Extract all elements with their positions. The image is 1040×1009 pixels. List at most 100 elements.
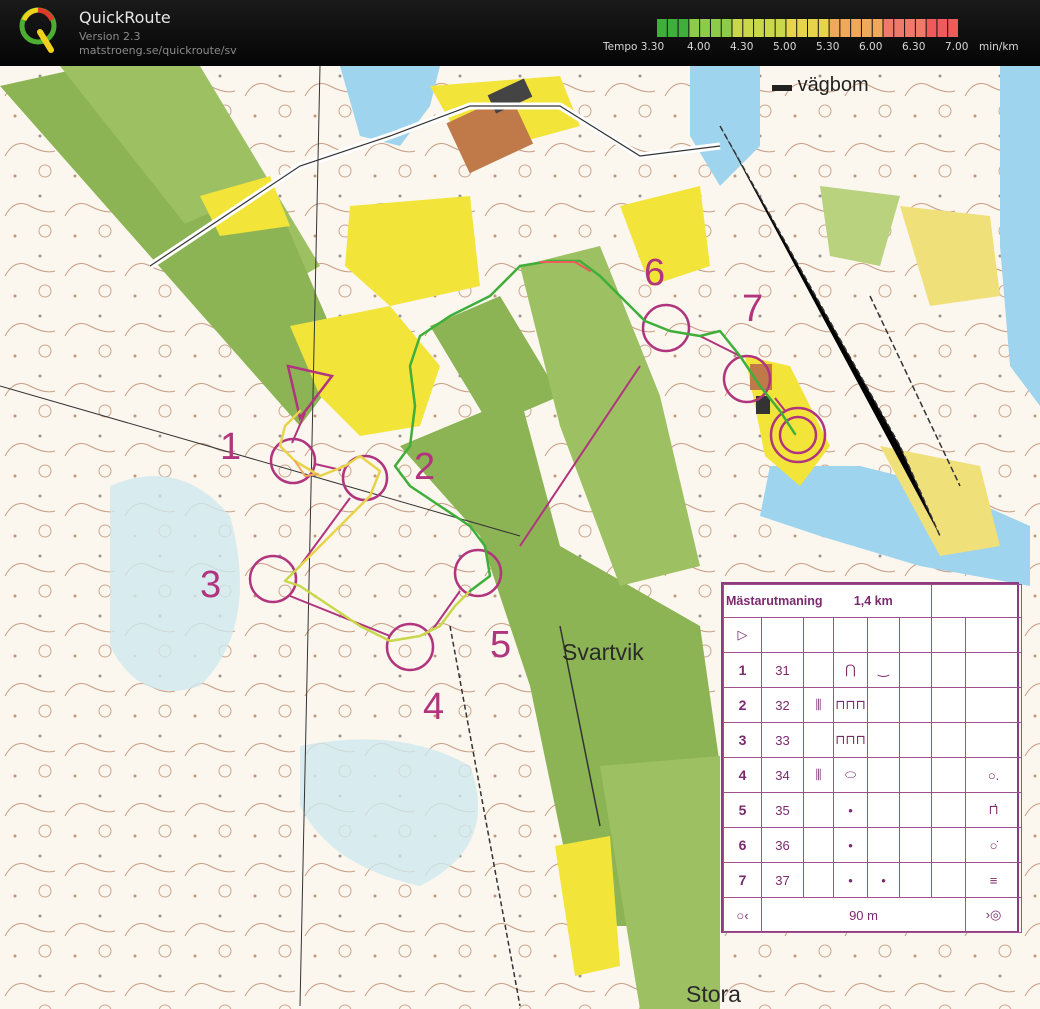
legend-swatch [678,19,689,37]
legend-label: min/km [979,41,1019,53]
legend-swatch [732,19,743,37]
location-symbol [965,687,1023,723]
description-row: 5 35 • ⊓̇ [723,792,1023,828]
sheet-title-cell: Mästarutmaning 1,4 km [722,584,933,618]
feature-symbol: ‿ [867,652,900,688]
location-symbol [965,722,1023,758]
feature-symbol: ⊓⊓⊓ [833,687,868,723]
legend-swatch [689,19,700,37]
legend-swatch [948,19,958,37]
legend-swatch [840,19,851,37]
feature-symbol: • [833,827,868,863]
description-row: 6 36 • ○̇ [723,827,1023,863]
legend-swatch [754,19,764,37]
control-seq: 4 [723,757,762,793]
control-code: 32 [761,687,804,723]
legend-swatch [905,19,915,37]
legend-swatch [700,19,710,37]
quickroute-window: QuickRoute Version 2.3 matstroeng.se/qui… [0,0,1040,1009]
description-row: 3 33 ⊓⊓⊓ [723,722,1023,758]
orienteering-map[interactable]: ▬ vägbom Svartvik Stora 1 2 3 4 5 6 7 Mä… [0,66,1040,1009]
control-number: 4 [423,686,445,728]
control-code: 37 [761,862,804,898]
control-number: 5 [490,624,512,666]
location-symbol: ≡ [965,862,1023,898]
feature-symbol [803,652,834,688]
legend-swatch [851,19,861,37]
feature-symbol: • [833,792,868,828]
feature-symbol [867,792,900,828]
legend-swatch [667,19,678,37]
control-seq: 6 [723,827,762,863]
legend-swatch [894,19,905,37]
legend-swatch [883,19,894,37]
legend-swatch [872,19,883,37]
legend-swatch [710,19,721,37]
legend-swatch [818,19,829,37]
legend-swatch [808,19,818,37]
finish-left-symbol-icon: ○‹ [723,897,762,933]
control-number: 7 [742,288,764,330]
finish-row: ○‹ 90 m ›◎ [723,897,1023,933]
start-symbol-icon: ▷ [723,617,762,653]
feature-symbol: ⋂ [833,652,868,688]
description-row: 4 34 ⫼ ⬭ ○. [723,757,1023,793]
location-symbol: ⊓̇ [965,792,1023,828]
description-row: 2 32 ⫼ ⊓⊓⊓ [723,687,1023,723]
finish-right-symbol-icon: ›◎ [965,897,1023,933]
map-label-vagbom: ▬ vägbom [772,74,869,96]
app-title: QuickRoute [79,8,171,27]
control-description-sheet: Mästarutmaning 1,4 km ▷ 1 31 ⋂ ‿ 2 32 ⫼ … [721,582,1023,933]
legend-swatch [915,19,926,37]
legend-label: 4.30 [730,41,754,53]
feature-symbol: ⫼ [803,687,834,723]
legend-swatch [764,19,775,37]
feature-symbol [867,722,900,758]
app-url-link[interactable]: matstroeng.se/quickroute/sv [79,44,237,57]
feature-symbol: ⊓⊓⊓ [833,722,868,758]
legend-label: 7.00 [945,41,969,53]
location-symbol [965,652,1023,688]
location-symbol: ○̇ [965,827,1023,863]
legend-swatch [786,19,797,37]
legend-swatch [797,19,807,37]
feature-symbol [867,687,900,723]
legend-label: Tempo 3.30 [603,41,665,53]
control-seq: 1 [723,652,762,688]
course-length: 1,4 km [853,594,893,608]
feature-symbol [867,757,900,793]
control-number: 2 [414,446,436,488]
legend-label: 5.30 [816,41,840,53]
quickroute-logo-icon [19,7,57,53]
legend-swatch [743,19,754,37]
app-version: Version 2.3 [79,30,141,43]
feature-symbol [803,862,834,898]
control-code: 31 [761,652,804,688]
sheet-blank-cell [931,584,1023,618]
legend-swatch [775,19,786,37]
feature-symbol [803,792,834,828]
feature-symbol [803,722,834,758]
control-seq: 7 [723,862,762,898]
feature-symbol [803,827,834,863]
map-label-text: vägbom [797,74,869,96]
app-header: QuickRoute Version 2.3 matstroeng.se/qui… [0,0,1040,66]
control-code: 34 [761,757,804,793]
feature-symbol: ⫼ [803,757,834,793]
finish-distance: 90 m [760,897,967,933]
legend-swatch [861,19,872,37]
control-number: 3 [200,564,222,606]
legend-swatch [829,19,840,37]
control-seq: 2 [723,687,762,723]
control-code: 36 [761,827,804,863]
description-row: 1 31 ⋂ ‿ [723,652,1023,688]
description-row: 7 37 • • ≡ [723,862,1023,898]
control-code: 35 [761,792,804,828]
map-label-svartvik: Svartvik [562,639,644,665]
control-seq: 3 [723,722,762,758]
legend-label: 4.00 [687,41,711,53]
feature-symbol: ⬭ [833,757,868,793]
legend-label: 5.00 [773,41,797,53]
legend-swatch [926,19,937,37]
control-code: 33 [761,722,804,758]
